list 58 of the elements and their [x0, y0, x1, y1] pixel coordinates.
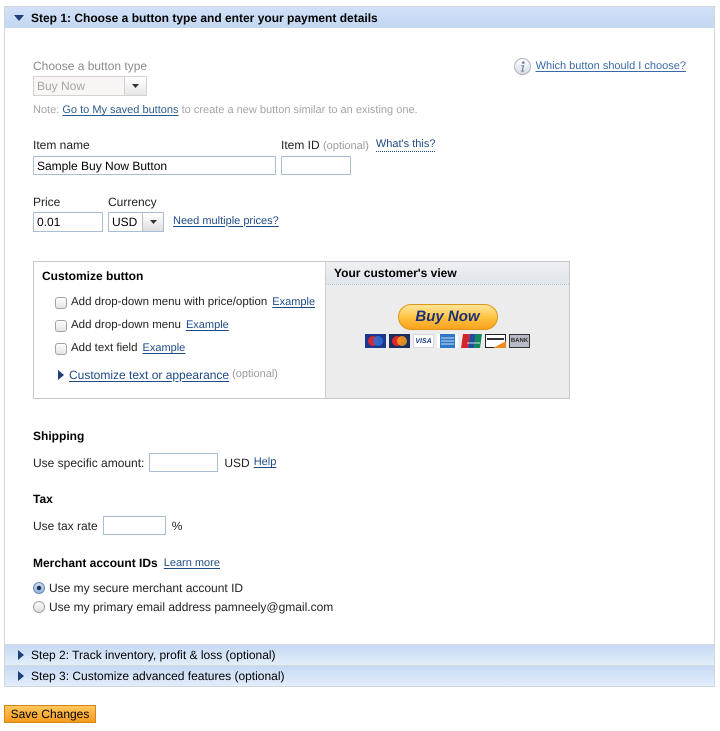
- step-header[interactable]: Step 2: Track inventory, profit & loss (optional): [5, 644, 714, 665]
- shipping-amount-input[interactable]: [149, 453, 218, 472]
- card-logo-icon: [389, 334, 410, 348]
- note-text: Note: Go to My saved buttons to create a new button similar to an existing one.: [33, 103, 419, 117]
- buy-now-preview: Buy Now: [398, 304, 498, 330]
- field-label: Use specific amount:: [33, 454, 144, 472]
- checkbox[interactable]: [55, 296, 67, 308]
- field-label: Currency: [108, 195, 158, 209]
- tax-rate-input[interactable]: [102, 516, 166, 535]
- info-icon: [514, 58, 531, 75]
- card-logo-icon: [485, 334, 506, 348]
- saved-buttons-link[interactable]: Go to My saved buttons: [62, 104, 179, 116]
- save-changes-button[interactable]: Save Changes: [4, 705, 96, 723]
- card-logo-icon: [365, 334, 386, 348]
- section-title: Tax: [33, 492, 54, 506]
- button-choice-guide-link[interactable]: Which button should I choose?: [536, 58, 686, 75]
- currency-select[interactable]: USD: [108, 212, 164, 232]
- step-header[interactable]: Step 1: Choose a button type and enter your payment details: [5, 7, 714, 28]
- preview-title: Your customer's view: [326, 262, 569, 285]
- section-title: Customize button: [41, 269, 144, 283]
- example-link[interactable]: Example: [272, 294, 316, 311]
- caret-icon: [150, 220, 156, 224]
- field-label: Price: [33, 195, 62, 209]
- price-input[interactable]: 0.01: [33, 212, 103, 232]
- caret-down-icon: [14, 14, 24, 20]
- field-label: Choose a button type: [33, 59, 148, 74]
- field-label: Item name: [33, 138, 91, 152]
- example-link[interactable]: Example: [186, 317, 229, 334]
- radio-button[interactable]: [33, 600, 45, 612]
- caret-right-icon: [18, 650, 24, 660]
- field-label: Item ID (optional): [281, 138, 369, 152]
- field-label: Use tax rate: [33, 518, 98, 534]
- checkbox[interactable]: [55, 320, 67, 332]
- option-label: Add drop-down menu with price/option: [71, 294, 268, 310]
- card-logo-icon: [461, 334, 482, 348]
- customize-appearance-link[interactable]: Customize text or appearance: [69, 366, 230, 384]
- multiple-prices-link[interactable]: Need multiple prices?: [173, 212, 279, 229]
- option-label: Add drop-down menu: [71, 318, 181, 333]
- option-label: Add text field: [71, 340, 138, 356]
- example-link[interactable]: Example: [142, 340, 186, 357]
- shipping-help-link[interactable]: Help: [254, 454, 276, 471]
- whats-this-link[interactable]: What's this?: [376, 138, 436, 152]
- step-header[interactable]: Step 3: Customize advanced features (optional): [5, 665, 714, 686]
- option-label: Use my secure merchant account ID: [49, 580, 244, 596]
- caret-icon: [132, 84, 139, 88]
- unit-label: %: [172, 518, 182, 534]
- option-label: Use my primary email address pamneely@gmail.com: [49, 598, 334, 616]
- learn-more-link[interactable]: Learn more: [164, 554, 220, 572]
- section-title: Merchant account IDs: [33, 556, 158, 570]
- item-id-input[interactable]: [281, 156, 351, 175]
- optional-hint: (optional): [232, 367, 278, 382]
- radio-button[interactable]: [33, 582, 45, 594]
- section-title: Shipping: [33, 429, 86, 443]
- checkbox[interactable]: [55, 342, 67, 354]
- unit-label: USD: [224, 454, 250, 472]
- caret-right-icon: [18, 671, 24, 681]
- card-logo-icon: [437, 334, 458, 348]
- item-name-input[interactable]: Sample Buy Now Button: [33, 156, 276, 175]
